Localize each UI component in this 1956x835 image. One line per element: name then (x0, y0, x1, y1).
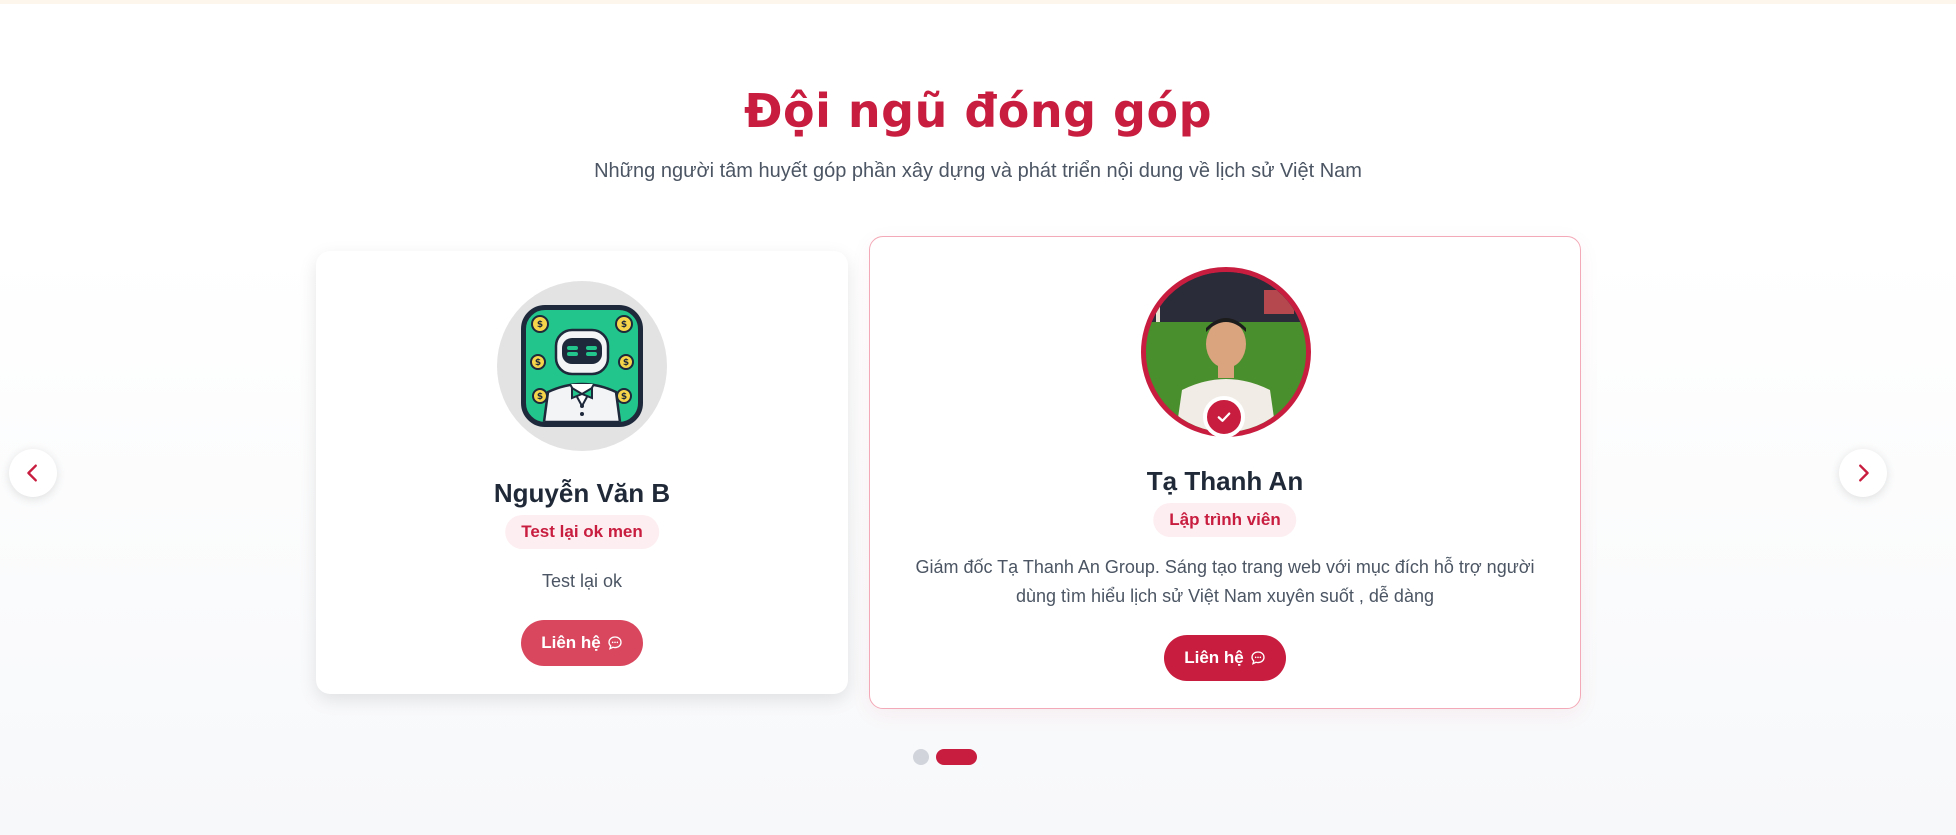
chevron-right-icon (1859, 464, 1869, 482)
carousel-prev-button[interactable] (9, 449, 57, 497)
avatar: $ $ $ $ $ $ (497, 281, 667, 451)
carousel-next-button[interactable] (1839, 449, 1887, 497)
member-description: Test lại ok (541, 571, 623, 591)
svg-text:$: $ (623, 358, 629, 368)
contact-button-label: Liên hệ (541, 633, 601, 652)
robot-avatar-icon: $ $ $ $ $ $ (521, 305, 643, 427)
chat-bubble-icon (1251, 651, 1265, 665)
member-card: $ $ $ $ $ $ Nguyễn Văn B Test lại ok men Te… (316, 251, 848, 694)
member-name: Tạ Thanh An (1146, 466, 1304, 496)
svg-text:$: $ (537, 320, 543, 330)
top-accent-strip (0, 0, 1956, 4)
pagination-dot-1[interactable] (913, 749, 929, 765)
member-description: Giám đốc Tạ Thanh An Group. Sáng tạo tra… (915, 557, 1535, 606)
contact-button[interactable]: Liên hệ (521, 620, 643, 666)
member-name: Nguyễn Văn B (493, 478, 671, 508)
contact-button[interactable]: Liên hệ (1164, 635, 1286, 681)
svg-text:$: $ (537, 392, 543, 402)
section-title: Đội ngũ đóng góp (743, 84, 1213, 138)
chevron-left-icon (27, 464, 37, 482)
verified-badge-icon (1203, 396, 1245, 438)
member-card-active: Tạ Thanh An Lập trình viên Giám đốc Tạ T… (869, 236, 1581, 709)
svg-text:$: $ (535, 358, 541, 368)
pagination-dot-2-active[interactable] (936, 749, 977, 765)
chat-bubble-icon (608, 636, 622, 650)
member-role-badge: Test lại ok men (505, 515, 659, 549)
svg-text:$: $ (621, 320, 627, 330)
member-role-badge: Lập trình viên (1153, 503, 1297, 537)
svg-text:$: $ (621, 392, 627, 402)
section-subtitle: Những người tâm huyết góp phần xây dựng … (594, 160, 1362, 182)
contact-button-label: Liên hệ (1184, 648, 1244, 667)
carousel-pagination (913, 749, 977, 765)
